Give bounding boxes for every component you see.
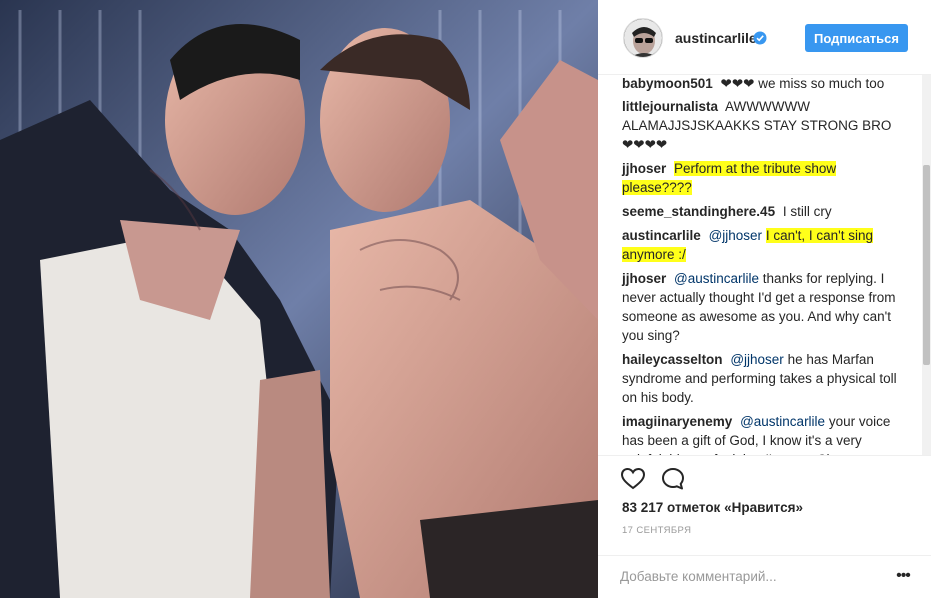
add-comment-bar: ••• [598,555,931,598]
post-details-panel: austincarlile Подписаться babymoon501 ❤❤… [598,0,931,598]
comment-username[interactable]: austincarlile [622,228,701,243]
comments-scrollbar[interactable] [922,75,931,455]
comment-mention[interactable]: @austincarlile [740,414,825,429]
comment-input[interactable] [620,565,880,587]
post-header: austincarlile Подписаться [598,0,931,75]
comment-item: haileycasselton @jjhoser he has Marfan s… [622,350,904,407]
comment-mention[interactable]: @austincarlile [674,271,759,286]
post-actions: 83 217 отметок «Нравится» 17 СЕНТЯБРЯ ••… [598,455,931,598]
avatar-image [624,19,662,57]
comment-mention[interactable]: @jjhoser [730,352,783,367]
heart-outline-icon[interactable] [620,466,646,492]
comment-text: I still cry [782,204,832,219]
comment-item: imagiinaryenemy @austincarlile your voic… [622,412,904,455]
speech-bubble-icon[interactable] [660,466,686,492]
comments-list[interactable]: babymoon501 ❤❤❤ we miss so much too litt… [598,75,922,455]
comment-item: littlejournalista AWWWWWW ALAMAJJSJSKAAK… [622,97,904,154]
comment-username[interactable]: jjhoser [622,271,666,286]
comment-item: austincarlile @jjhoser I can't, I can't … [622,226,904,264]
comment-item: jjhoser Perform at the tribute show plea… [622,159,904,197]
concert-photo-illustration [0,0,598,598]
comment-username[interactable]: littlejournalista [622,99,718,114]
comment-item: seeme_standinghere.45 I still cry [622,202,904,221]
comment-username[interactable]: imagiinaryenemy [622,414,732,429]
avatar[interactable] [623,18,663,58]
comment-item: babymoon501 ❤❤❤ we miss so much too [622,75,904,92]
comment-item: jjhoser @austincarlile thanks for replyi… [622,269,904,345]
comment-username[interactable]: haileycasselton [622,352,723,367]
post-photo[interactable] [0,0,598,598]
comment-username[interactable]: jjhoser [622,161,666,176]
verified-badge-icon [753,31,767,45]
comment-username[interactable]: seeme_standinghere.45 [622,204,775,219]
comment-username[interactable]: babymoon501 [622,76,713,91]
follow-button[interactable]: Подписаться [805,24,908,52]
username-link[interactable]: austincarlile [675,30,757,46]
scrollbar-thumb[interactable] [923,165,930,365]
post-date: 17 СЕНТЯБРЯ [622,525,692,536]
more-dots-icon[interactable]: ••• [894,565,912,587]
comment-text: ❤❤❤ we miss so much too [720,76,885,91]
comment-mention[interactable]: @jjhoser [709,228,762,243]
likes-count[interactable]: 83 217 отметок «Нравится» [622,500,803,515]
